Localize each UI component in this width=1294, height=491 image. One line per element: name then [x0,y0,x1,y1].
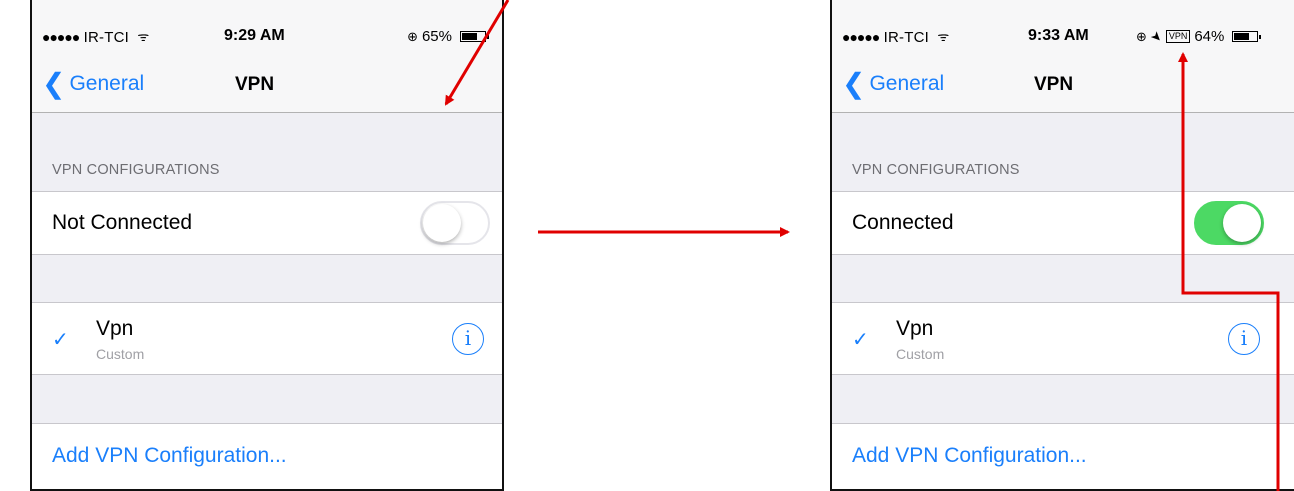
section-header: VPN CONFIGURATIONS [852,162,1020,178]
status-time: 9:33 AM [1028,27,1089,44]
config-name: Vpn [96,317,134,340]
signal-dots-icon: ●●●●● [42,29,80,45]
back-label: General [869,72,945,95]
connection-status: Not Connected [52,211,193,234]
battery-icon [1232,31,1262,42]
status-right-icons: ⊕ 65% [407,28,489,45]
chevron-left-icon: ❮ [842,68,866,99]
back-label: General [69,72,145,95]
vpn-toggle[interactable] [420,201,490,245]
vpn-status-row: Not Connected [32,191,502,255]
toggle-knob [423,204,461,242]
wifi-icon: ᯤ [937,29,950,44]
add-config-row[interactable]: Add VPN Configuration... [32,423,502,489]
add-vpn-configuration-link[interactable]: Add VPN Configuration... [52,444,287,468]
page-title: VPN [1034,74,1074,95]
vpn-status-row: Connected [832,191,1294,255]
page-title: VPN [235,74,275,95]
battery-percent: 64% [1194,28,1225,45]
connection-status: Connected [852,211,954,234]
wifi-icon: ᯤ [137,29,150,44]
status-bar: ●●●●● IR-TCI ᯤ 9:33 AM ⊕ ➤ VPN 64% [832,0,1294,62]
phone-screen-after: ●●●●● IR-TCI ᯤ 9:33 AM ⊕ ➤ VPN 64% ❮ Gen… [830,0,1294,491]
back-button[interactable]: ❮ General [42,70,144,98]
vpn-config-row[interactable]: ✓ Vpn Custom i [832,302,1294,375]
status-bar: ●●●●● IR-TCI ᯤ 9:29 AM ⊕ 65% [32,0,502,62]
carrier-name: IR-TCI [883,29,930,46]
location-arrow-icon: ➤ [1147,26,1166,46]
config-type: Custom [896,346,945,362]
status-right-icons: ⊕ ➤ VPN 64% [1136,26,1262,46]
battery-icon [460,31,489,42]
phone-screen-before: ●●●●● IR-TCI ᯤ 9:29 AM ⊕ 65% ❮ General V… [30,0,504,491]
chevron-left-icon: ❮ [42,68,66,99]
section-header: VPN CONFIGURATIONS [52,162,220,178]
signal-dots-icon: ●●●●● [842,29,880,45]
navigation-bar: ❮ General VPN [32,62,502,113]
navigation-bar: ❮ General VPN [832,62,1294,113]
battery-percent: 65% [421,28,452,45]
add-vpn-configuration-link[interactable]: Add VPN Configuration... [852,444,1087,468]
carrier-indicator: ●●●●● IR-TCI ᯤ [842,28,949,46]
checkmark-icon: ✓ [852,329,869,351]
config-type: Custom [96,346,145,362]
vpn-toggle[interactable] [1194,201,1264,245]
carrier-name: IR-TCI [83,29,130,46]
carrier-indicator: ●●●●● IR-TCI ᯤ [42,28,149,46]
info-icon[interactable]: i [452,323,484,355]
vpn-status-badge: VPN [1165,30,1191,43]
rotation-lock-icon: ⊕ [1136,28,1147,44]
vpn-config-row[interactable]: ✓ Vpn Custom i [32,302,502,375]
config-name: Vpn [896,317,934,340]
info-icon[interactable]: i [1228,323,1260,355]
checkmark-icon: ✓ [52,329,69,351]
back-button[interactable]: ❮ General [842,70,944,98]
rotation-lock-icon: ⊕ [407,28,418,44]
status-time: 9:29 AM [224,27,285,44]
toggle-knob [1223,204,1261,242]
add-config-row[interactable]: Add VPN Configuration... [832,423,1294,489]
